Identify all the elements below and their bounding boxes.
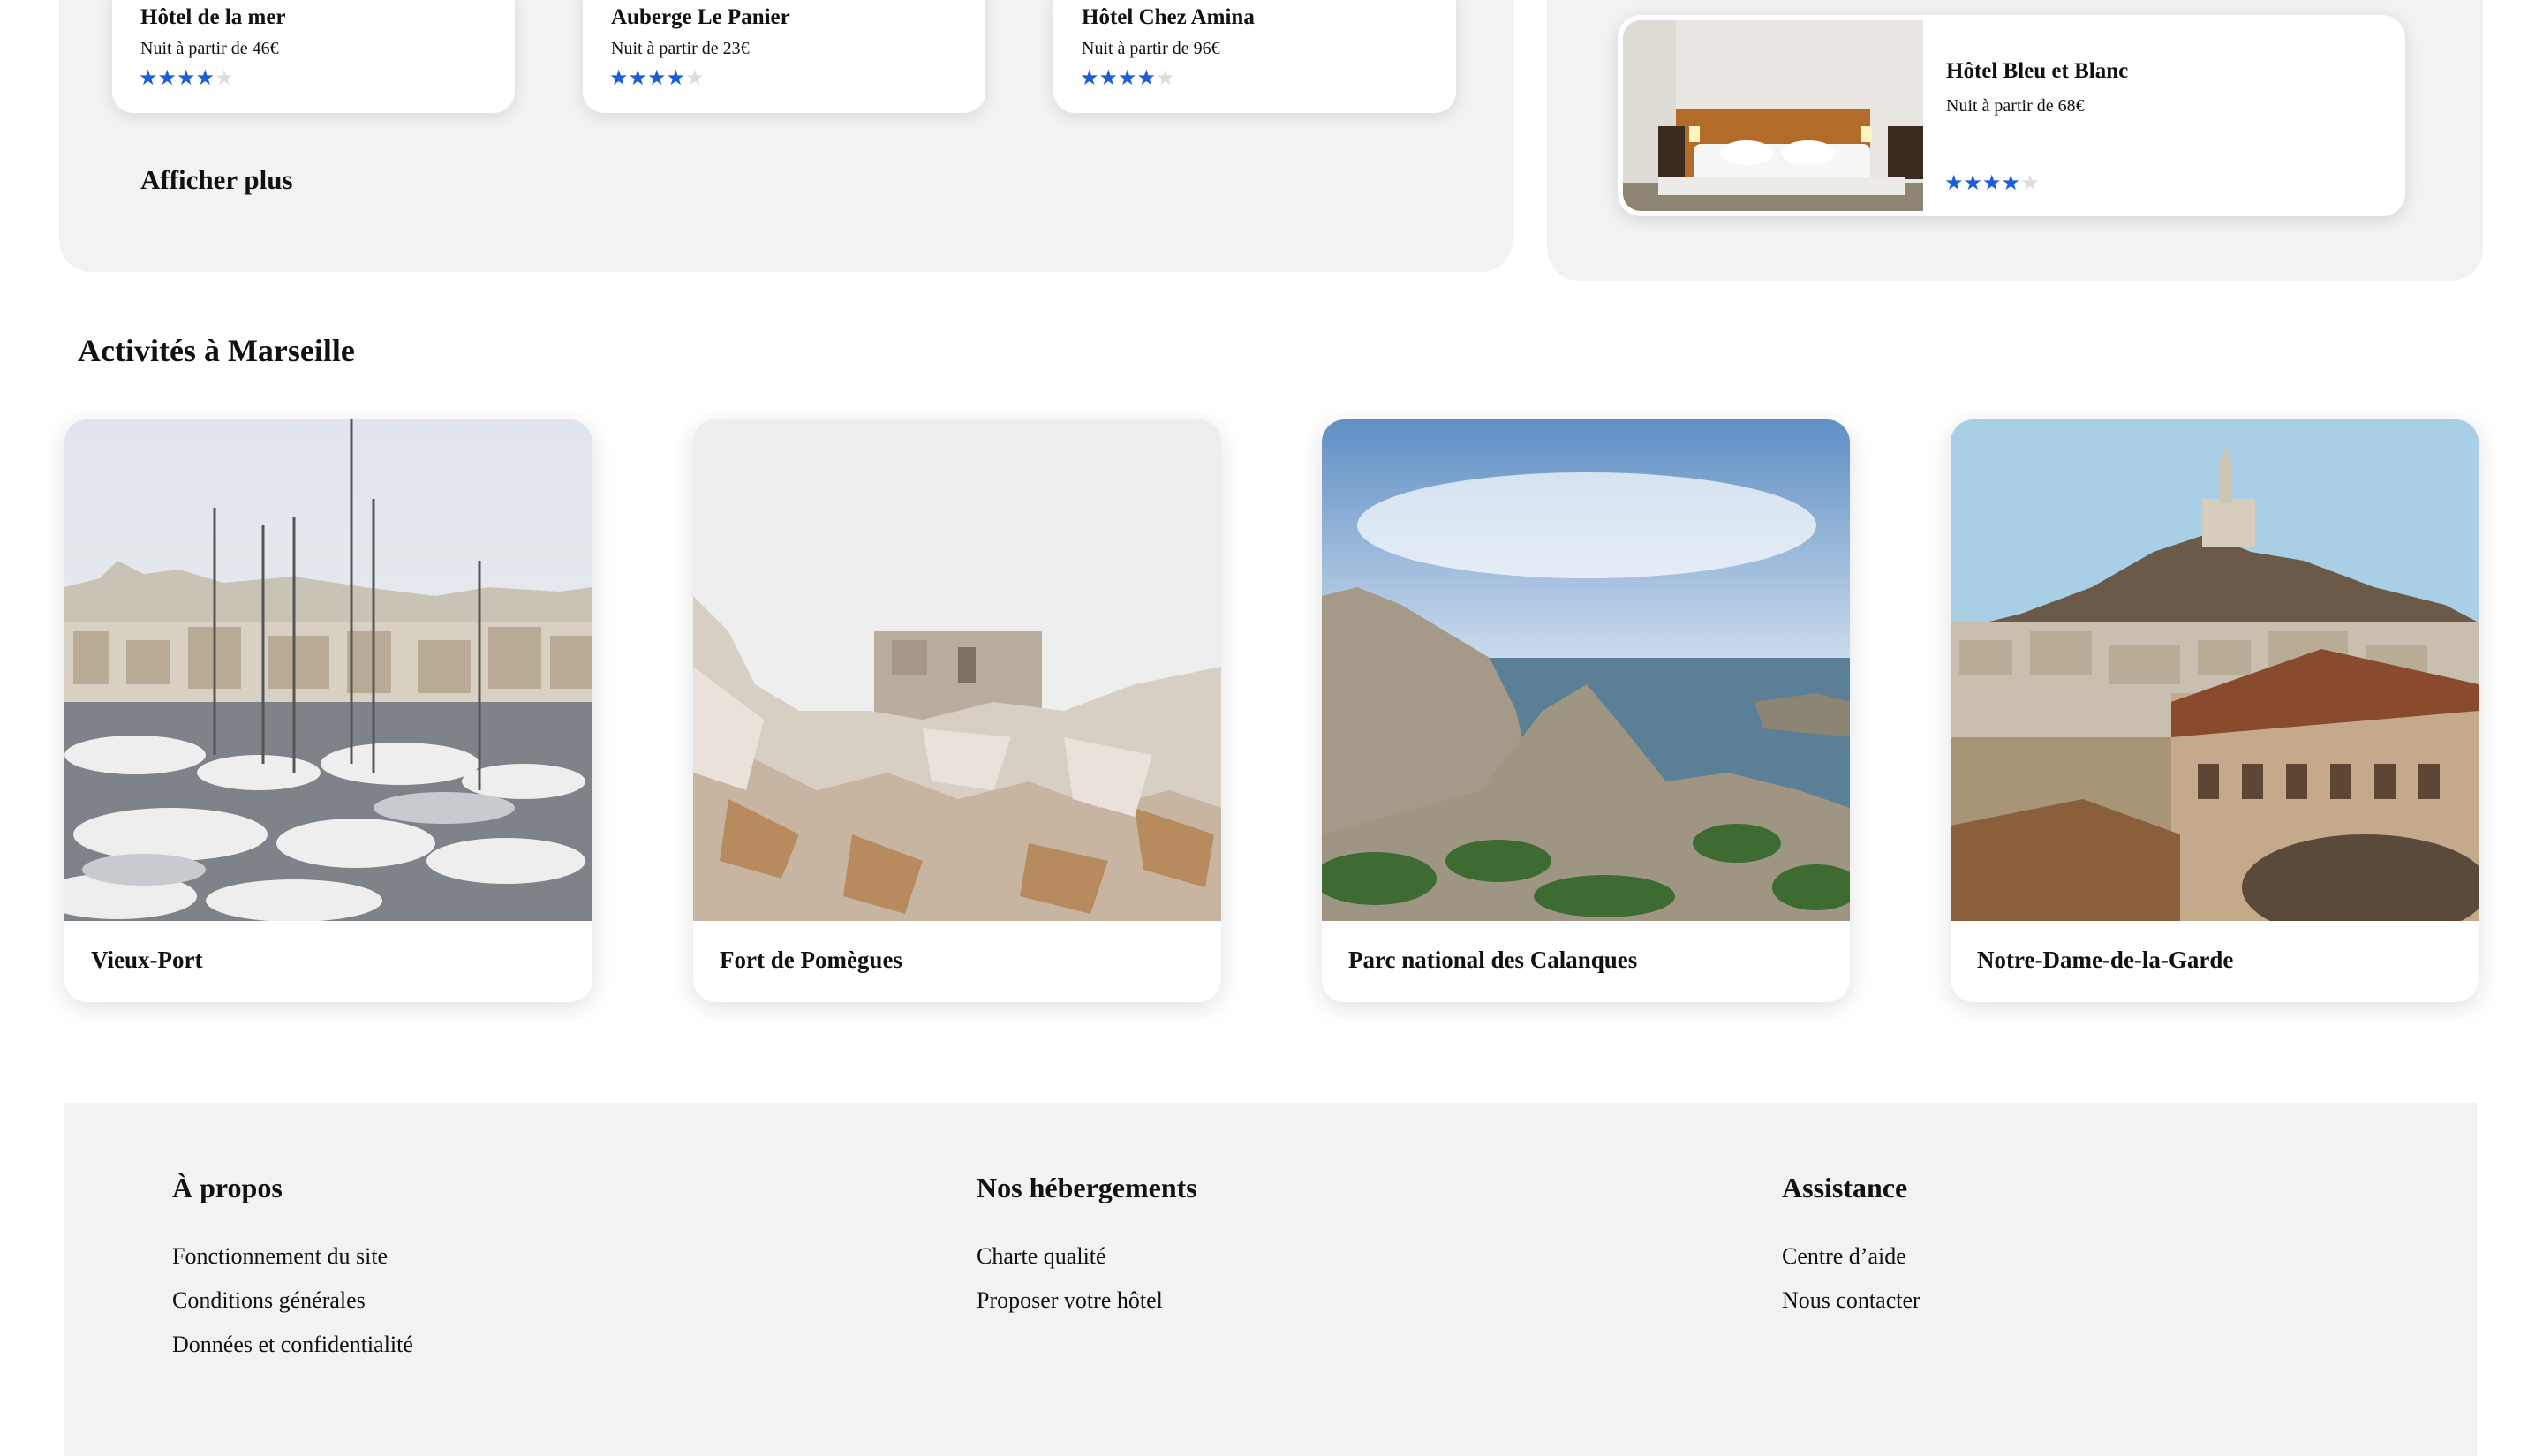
star-filled-icon: ★ bbox=[2001, 170, 2021, 195]
hotel-name: Hôtel de la mer bbox=[140, 5, 286, 29]
hotel-name: Auberge Le Panier bbox=[611, 5, 790, 29]
footer-col-about: À propos Fonctionnement du site Conditio… bbox=[172, 1172, 413, 1367]
featured-hotel-card[interactable]: Hôtel Bleu et Blanc Nuit à partir de 68€… bbox=[1618, 15, 2405, 216]
harbor-photo bbox=[64, 419, 592, 921]
calanques-photo bbox=[1322, 419, 1850, 921]
activity-card-calanques[interactable]: Parc national des Calanques bbox=[1322, 419, 1850, 1002]
show-more-button[interactable]: Afficher plus bbox=[140, 164, 293, 196]
activity-card-vieux-port[interactable]: Vieux-Port bbox=[64, 419, 592, 1002]
footer-heading: À propos bbox=[172, 1172, 283, 1203]
star-filled-icon: ★ bbox=[1118, 65, 1137, 90]
footer-link-how-it-works[interactable]: Fonctionnement du site bbox=[172, 1234, 413, 1279]
activity-card-notre-dame-de-la-garde[interactable]: Notre-Dame-de-la-Garde bbox=[1951, 419, 2479, 1002]
footer-link-privacy[interactable]: Données et confidentialité bbox=[172, 1323, 413, 1367]
star-filled-icon: ★ bbox=[1080, 65, 1099, 90]
star-rating: ★★★★★ bbox=[1944, 172, 2040, 193]
star-empty-icon: ★ bbox=[685, 65, 705, 90]
footer-link-terms[interactable]: Conditions générales bbox=[172, 1279, 413, 1323]
footer: À propos Fonctionnement du site Conditio… bbox=[64, 1103, 2477, 1456]
fort-photo bbox=[693, 419, 1221, 921]
star-filled-icon: ★ bbox=[195, 65, 215, 90]
hotel-room-photo bbox=[1623, 20, 1923, 211]
activity-label: Fort de Pomègues bbox=[720, 947, 902, 973]
star-empty-icon: ★ bbox=[215, 65, 234, 90]
hotel-price: Nuit à partir de 46€ bbox=[140, 39, 279, 58]
star-filled-icon: ★ bbox=[1098, 65, 1119, 90]
footer-heading: Assistance bbox=[1782, 1172, 1908, 1203]
hotel-card[interactable]: Auberge Le Panier Nuit à partir de 23€ ★… bbox=[583, 0, 985, 113]
footer-link-contact[interactable]: Nous contacter bbox=[1782, 1279, 1920, 1323]
basilica-photo bbox=[1951, 419, 2479, 921]
star-filled-icon: ★ bbox=[647, 65, 667, 90]
star-rating: ★★★★★ bbox=[1080, 67, 1175, 88]
star-filled-icon: ★ bbox=[139, 65, 158, 90]
star-empty-icon: ★ bbox=[1156, 65, 1175, 90]
activity-label: Parc national des Calanques bbox=[1348, 947, 1638, 973]
star-filled-icon: ★ bbox=[666, 65, 686, 90]
star-filled-icon: ★ bbox=[609, 65, 629, 90]
hotel-price: Nuit à partir de 96€ bbox=[1082, 39, 1220, 58]
activity-label: Notre-Dame-de-la-Garde bbox=[1977, 947, 2234, 973]
star-rating: ★★★★★ bbox=[139, 67, 234, 88]
hotel-price: Nuit à partir de 23€ bbox=[611, 39, 750, 58]
footer-col-help: Assistance Centre d’aide Nous contacter bbox=[1782, 1172, 1920, 1323]
footer-heading: Nos hébergements bbox=[977, 1172, 1197, 1203]
star-filled-icon: ★ bbox=[177, 65, 196, 90]
star-filled-icon: ★ bbox=[628, 65, 648, 90]
footer-col-stays: Nos hébergements Charte qualité Proposer… bbox=[977, 1172, 1197, 1323]
star-filled-icon: ★ bbox=[1982, 170, 2002, 195]
star-filled-icon: ★ bbox=[1963, 170, 1983, 195]
footer-link-propose-hotel[interactable]: Proposer votre hôtel bbox=[977, 1279, 1197, 1323]
star-filled-icon: ★ bbox=[1944, 170, 1964, 195]
hotel-card[interactable]: Hôtel Chez Amina Nuit à partir de 96€ ★★… bbox=[1053, 0, 1456, 113]
hotel-price: Nuit à partir de 68€ bbox=[1946, 96, 2085, 116]
star-filled-icon: ★ bbox=[157, 65, 177, 90]
star-filled-icon: ★ bbox=[1136, 65, 1157, 90]
footer-link-help-center[interactable]: Centre d’aide bbox=[1782, 1234, 1920, 1279]
hotel-name: Hôtel Bleu et Blanc bbox=[1946, 59, 2129, 83]
star-rating: ★★★★★ bbox=[609, 67, 705, 88]
activities-title: Activités à Marseille bbox=[78, 333, 355, 368]
hotel-card[interactable]: Hôtel de la mer Nuit à partir de 46€ ★★★… bbox=[112, 0, 515, 113]
activity-card-fort-de-pomegues[interactable]: Fort de Pomègues bbox=[693, 419, 1221, 1002]
star-empty-icon: ★ bbox=[2020, 170, 2040, 195]
hotel-name: Hôtel Chez Amina bbox=[1082, 5, 1255, 29]
activity-label: Vieux-Port bbox=[91, 947, 203, 973]
footer-link-quality-charter[interactable]: Charte qualité bbox=[977, 1234, 1197, 1279]
